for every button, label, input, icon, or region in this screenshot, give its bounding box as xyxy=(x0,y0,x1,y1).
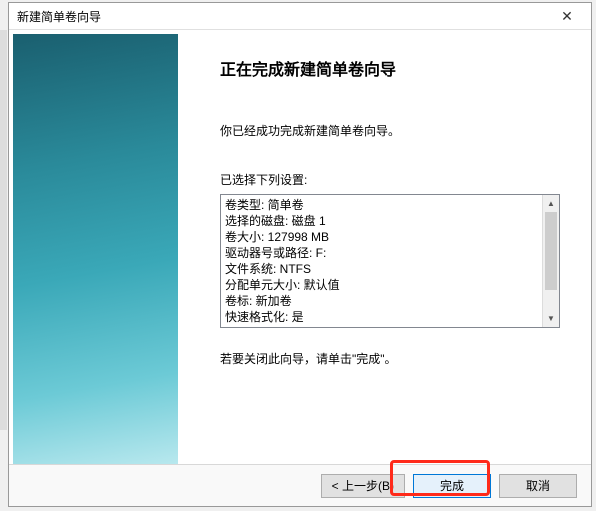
list-item: 快速格式化: 是 xyxy=(225,309,538,325)
scroll-track[interactable] xyxy=(543,212,559,310)
page-description: 你已经成功完成新建简单卷向导。 xyxy=(220,122,567,139)
page-heading: 正在完成新建简单卷向导 xyxy=(220,56,567,80)
scroll-down-button[interactable]: ▼ xyxy=(543,310,559,327)
list-item: 卷大小: 127998 MB xyxy=(225,229,538,245)
chevron-up-icon: ▲ xyxy=(547,199,555,208)
close-icon: ✕ xyxy=(561,8,573,25)
finish-button[interactable]: 完成 xyxy=(413,474,491,498)
settings-label: 已选择下列设置: xyxy=(220,171,567,188)
settings-listbox[interactable]: 卷类型: 简单卷 选择的磁盘: 磁盘 1 卷大小: 127998 MB 驱动器号… xyxy=(220,194,560,328)
list-item: 文件系统: NTFS xyxy=(225,261,538,277)
scroll-thumb[interactable] xyxy=(545,212,557,290)
list-item: 分配单元大小: 默认值 xyxy=(225,277,538,293)
chevron-down-icon: ▼ xyxy=(547,314,555,323)
main-panel: 正在完成新建简单卷向导 你已经成功完成新建简单卷向导。 已选择下列设置: 卷类型… xyxy=(178,30,591,464)
scrollbar[interactable]: ▲ ▼ xyxy=(542,195,559,327)
list-item: 卷标: 新加卷 xyxy=(225,293,538,309)
button-bar: < 上一步(B) 完成 取消 xyxy=(9,464,591,506)
wizard-side-graphic xyxy=(13,34,178,464)
window-title: 新建简单卷向导 xyxy=(17,8,101,25)
wizard-dialog: 新建简单卷向导 ✕ 正在完成新建简单卷向导 你已经成功完成新建简单卷向导。 已选… xyxy=(8,2,592,507)
cancel-button[interactable]: 取消 xyxy=(499,474,577,498)
scroll-up-button[interactable]: ▲ xyxy=(543,195,559,212)
titlebar: 新建简单卷向导 ✕ xyxy=(9,3,591,30)
list-item: 驱动器号或路径: F: xyxy=(225,245,538,261)
close-hint: 若要关闭此向导，请单击"完成"。 xyxy=(220,350,567,367)
back-button[interactable]: < 上一步(B) xyxy=(321,474,405,498)
content-area: 正在完成新建简单卷向导 你已经成功完成新建简单卷向导。 已选择下列设置: 卷类型… xyxy=(9,30,591,464)
close-button[interactable]: ✕ xyxy=(547,3,587,29)
list-item: 选择的磁盘: 磁盘 1 xyxy=(225,213,538,229)
settings-list-content: 卷类型: 简单卷 选择的磁盘: 磁盘 1 卷大小: 127998 MB 驱动器号… xyxy=(221,195,542,327)
list-item: 卷类型: 简单卷 xyxy=(225,197,538,213)
